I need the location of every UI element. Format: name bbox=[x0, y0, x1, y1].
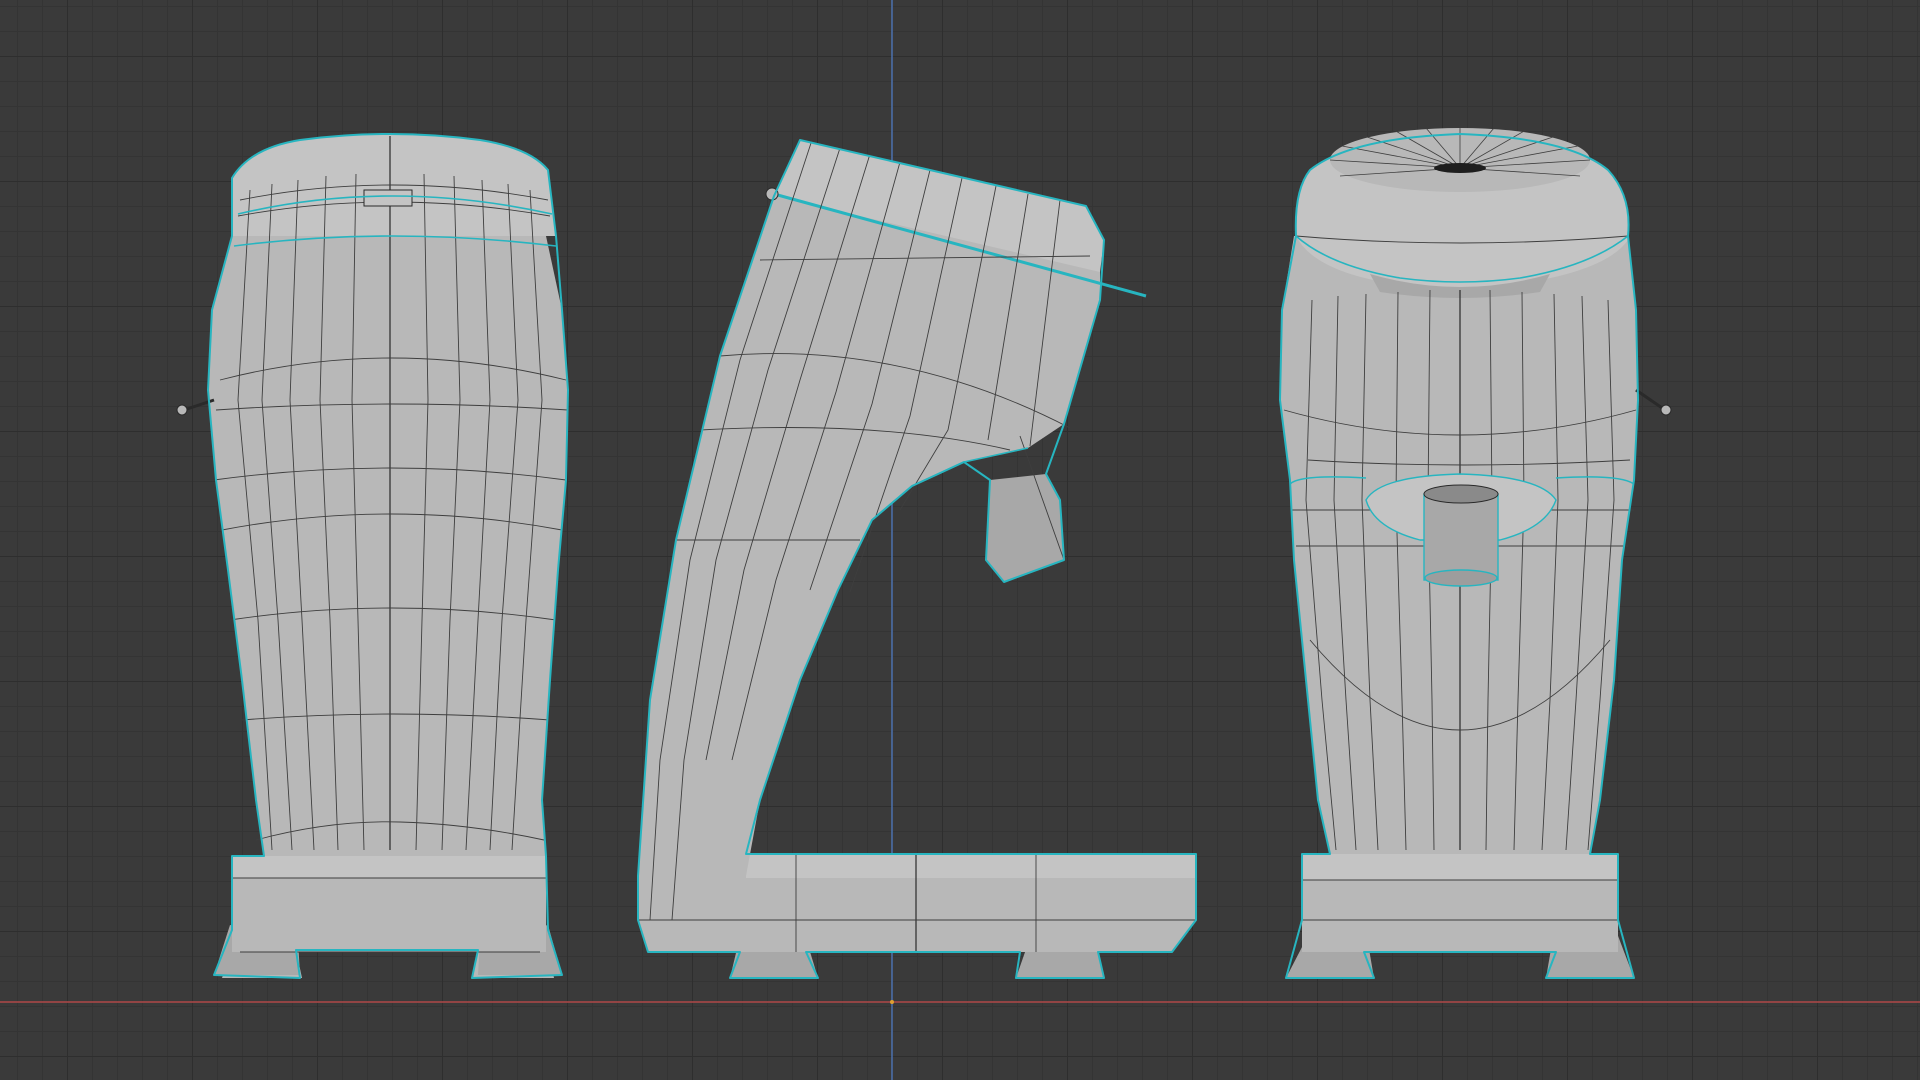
world-origin bbox=[890, 1000, 894, 1004]
viewport-scene bbox=[0, 0, 1920, 1080]
back-side-knob bbox=[1635, 388, 1672, 416]
3d-viewport[interactable] bbox=[0, 0, 1920, 1080]
front-base bbox=[232, 856, 546, 953]
mesh-object-side[interactable] bbox=[637, 139, 1197, 979]
mesh-object-front[interactable] bbox=[176, 133, 569, 979]
mesh-object-back[interactable] bbox=[1279, 127, 1672, 979]
front-body bbox=[208, 236, 568, 856]
back-base bbox=[1302, 854, 1618, 952]
front-latch bbox=[363, 189, 413, 207]
